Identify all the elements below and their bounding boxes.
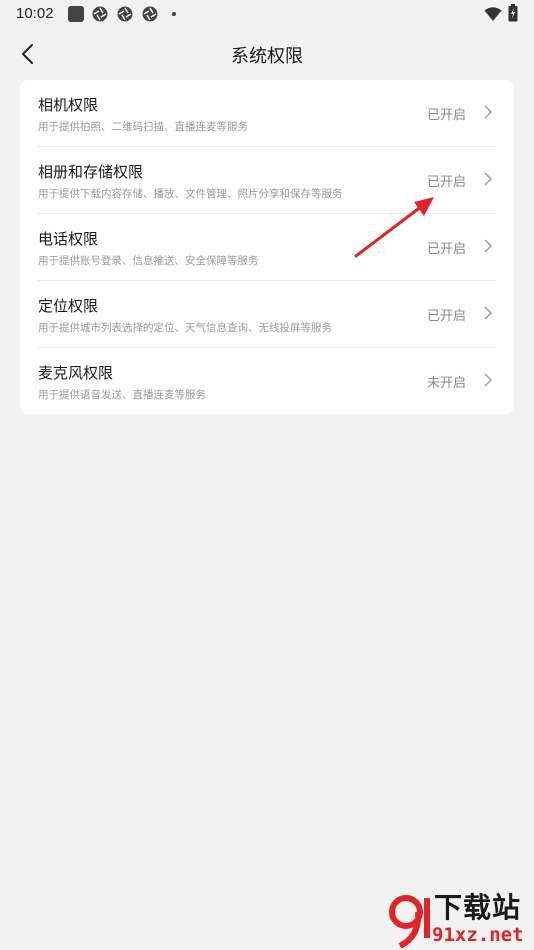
chevron-right-icon bbox=[484, 239, 492, 253]
chevron-right-icon bbox=[484, 105, 492, 119]
status-time: 10:02 bbox=[16, 5, 54, 22]
permission-status: 未开启 bbox=[426, 376, 466, 391]
watermark-brand: 下载站 bbox=[434, 891, 522, 924]
permission-description: 用于提供拍照、二维码扫描、直播连麦等服务 bbox=[38, 121, 248, 133]
watermark-logo-icon bbox=[389, 895, 430, 948]
aperture-icon bbox=[117, 6, 133, 22]
permission-title: 麦克风权限 bbox=[38, 364, 114, 382]
permission-row-camera[interactable]: 相机权限 用于提供拍照、二维码扫描、直播连麦等服务 已开启 bbox=[20, 80, 514, 147]
permission-title: 电话权限 bbox=[38, 230, 99, 248]
aperture-icon bbox=[142, 6, 158, 22]
page-title: 系统权限 bbox=[231, 46, 303, 67]
permission-status: 已开启 bbox=[426, 309, 466, 324]
permission-status: 已开启 bbox=[426, 175, 466, 190]
chevron-right-icon bbox=[484, 306, 492, 320]
more-notifications-dot-icon bbox=[172, 12, 176, 16]
watermark-site: 91xz.net bbox=[432, 924, 524, 946]
chevron-right-icon bbox=[484, 172, 492, 186]
permission-title: 相册和存储权限 bbox=[38, 163, 144, 181]
permission-description: 用于提供账号登录、信息推送、安全保障等服务 bbox=[38, 255, 259, 267]
permission-description: 用于提供城市列表选择的定位、天气信息查询、无线投屏等服务 bbox=[38, 322, 332, 334]
permission-status: 已开启 bbox=[426, 108, 466, 123]
notification-square-icon bbox=[68, 6, 84, 22]
annotation-arrow-icon bbox=[354, 197, 434, 258]
permission-title: 相机权限 bbox=[38, 96, 99, 114]
watermark: 下载站 91xz.net bbox=[388, 886, 534, 950]
header-bar: 系统权限 bbox=[0, 28, 534, 80]
wifi-icon bbox=[484, 7, 502, 21]
permission-description: 用于提供下载内容存储、播放、文件管理、照片分享和保存等服务 bbox=[38, 188, 343, 200]
status-bar: 10:02 bbox=[0, 0, 534, 28]
permission-description: 用于提供语音发送、直播连麦等服务 bbox=[38, 389, 206, 401]
aperture-icon bbox=[92, 6, 108, 22]
permission-row-microphone[interactable]: 麦克风权限 用于提供语音发送、直播连麦等服务 未开启 bbox=[20, 348, 514, 415]
chevron-right-icon bbox=[484, 373, 492, 387]
battery-charging-icon bbox=[508, 4, 518, 22]
permission-row-location[interactable]: 定位权限 用于提供城市列表选择的定位、天气信息查询、无线投屏等服务 已开启 bbox=[20, 281, 514, 348]
permission-title: 定位权限 bbox=[38, 297, 99, 315]
